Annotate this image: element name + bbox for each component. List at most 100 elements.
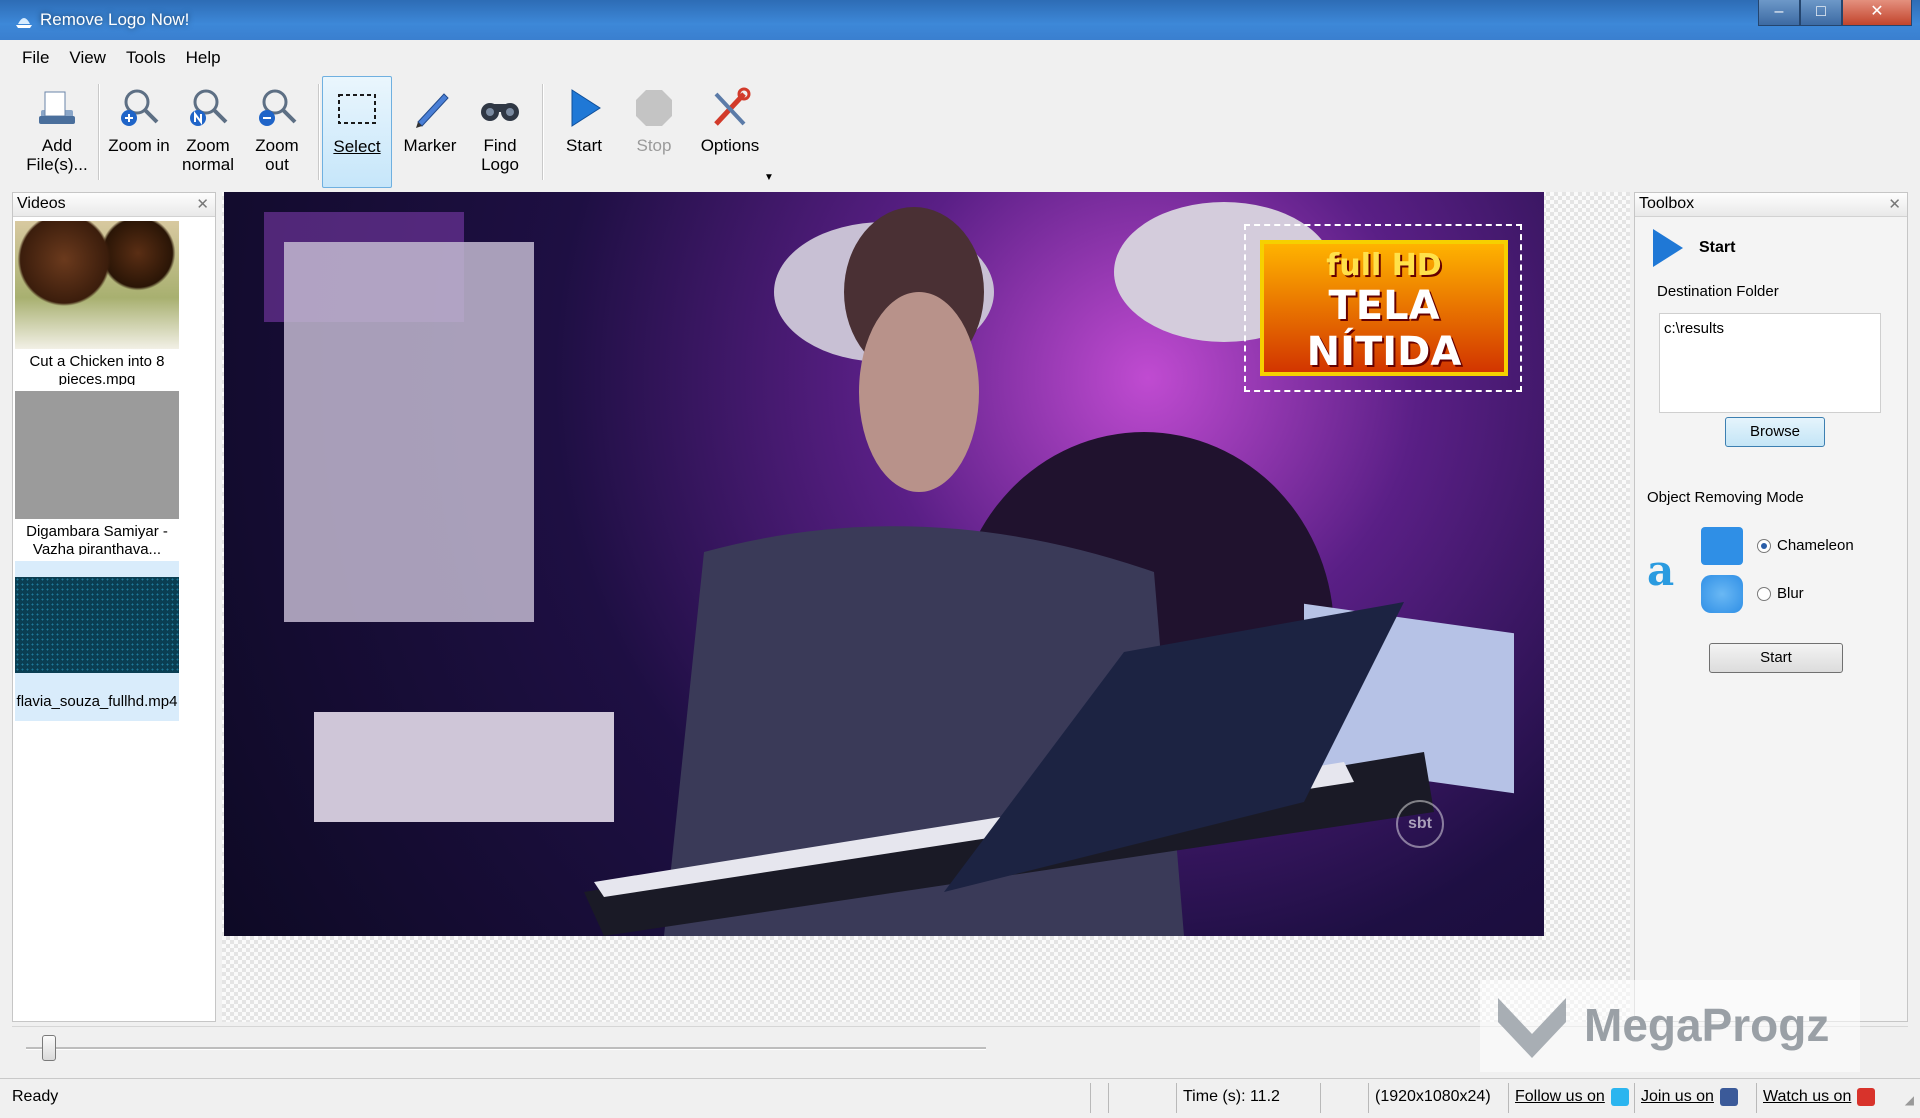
options-dropdown-arrow-icon[interactable]: ▼ (764, 172, 774, 183)
zoom-out-icon (259, 89, 297, 126)
marker-label: Marker (403, 136, 457, 155)
stop-button[interactable]: Stop (622, 76, 686, 188)
select-label: Select (333, 137, 381, 156)
zoom-in-label: Zoom in (108, 136, 170, 155)
svg-text:a: a (1647, 547, 1674, 593)
browse-button[interactable]: Browse (1725, 417, 1825, 447)
chameleon-letter-icon: a (1647, 547, 1674, 593)
zoom-out-button[interactable]: Zoom out (246, 76, 308, 188)
window-controls: – □ ✕ (1758, 0, 1912, 26)
toolbox-title: Toolbox (1639, 195, 1695, 212)
chameleon-radio[interactable]: Chameleon (1757, 537, 1854, 554)
video-item[interactable]: Digambara Samiyar - Vazha piranthava... (15, 391, 179, 555)
menu-tools[interactable]: Tools (116, 44, 176, 72)
options-label: Options (700, 136, 760, 155)
logo-selection-box[interactable]: full HD TELA NÍTIDA (1244, 224, 1522, 392)
channel-logo: full HD TELA NÍTIDA (1260, 240, 1508, 376)
logo-line: TELA (1328, 283, 1440, 329)
find-logo-button[interactable]: Find Logo (468, 76, 532, 188)
status-resolution: (1920x1080x24) (1368, 1083, 1508, 1113)
watermark: MegaProgz (1480, 980, 1860, 1072)
add-files-label: Add File(s)... (26, 136, 88, 174)
facebook-icon (1719, 1087, 1738, 1106)
follow-us-link[interactable]: Follow us on (1508, 1083, 1629, 1113)
blur-mode-icon (1701, 575, 1743, 613)
binoculars-icon (481, 103, 519, 121)
join-us-label: Join us on (1641, 1088, 1714, 1105)
add-files-button[interactable]: Add File(s)... (26, 76, 88, 188)
stop-icon (636, 90, 672, 126)
zoom-in-icon (121, 89, 159, 126)
menu-view[interactable]: View (59, 44, 116, 72)
videos-panel-header: Videos ✕ (13, 193, 215, 217)
video-thumbnail (15, 221, 179, 349)
destination-folder-field[interactable]: c:\results (1659, 313, 1881, 413)
seek-track[interactable] (26, 1047, 986, 1050)
play-icon (571, 89, 601, 127)
minimize-button[interactable]: – (1758, 0, 1800, 26)
selection-rectangle-icon (338, 94, 376, 124)
options-button[interactable]: Options (692, 76, 768, 188)
chameleon-mode-icon (1701, 527, 1743, 565)
videos-panel-title: Videos (17, 195, 66, 212)
play-icon (1653, 229, 1683, 267)
watch-us-link[interactable]: Watch us on (1756, 1083, 1886, 1113)
zoom-out-label: Zoom out (255, 136, 299, 174)
video-preview-area[interactable]: full HD TELA NÍTIDA sbt (222, 192, 1630, 1022)
stop-label: Stop (636, 136, 672, 155)
app-icon (16, 18, 32, 28)
toolbar-separator (318, 84, 319, 180)
twitter-icon (1610, 1087, 1629, 1106)
toolbar: Add File(s)... Zoom in Zoom normal Zoom … (12, 76, 1908, 188)
pencil-icon (416, 93, 449, 128)
channel-bug-logo: sbt (1396, 800, 1444, 848)
destination-folder-label: Destination Folder (1657, 283, 1779, 300)
toolbar-separator (542, 84, 543, 180)
marker-tool-button[interactable]: Marker (398, 76, 462, 188)
watermark-text: MegaProgz (1584, 999, 1830, 1051)
blur-radio[interactable]: Blur (1757, 585, 1804, 602)
find-logo-label: Find Logo (481, 136, 519, 174)
menu-bar: File View Tools Help (12, 44, 231, 72)
seek-slider-handle[interactable] (42, 1035, 56, 1061)
toolbox-start-action[interactable]: Start (1651, 227, 1735, 269)
zoom-normal-icon (190, 89, 228, 126)
object-removing-mode-label: Object Removing Mode (1647, 489, 1804, 506)
radio-dot (1757, 586, 1771, 601)
resize-grip-icon[interactable]: ◢ (1905, 1093, 1914, 1107)
video-thumbnail (15, 577, 179, 673)
toolbox-start-button[interactable]: Start (1709, 643, 1843, 673)
zoom-in-button[interactable]: Zoom in (108, 76, 170, 188)
maximize-button[interactable]: □ (1800, 0, 1842, 26)
status-text: Ready (12, 1088, 59, 1105)
video-caption: flavia_souza_fullhd.mp4 (16, 693, 178, 710)
zoom-normal-button[interactable]: Zoom normal (176, 76, 240, 188)
video-frame[interactable]: full HD TELA NÍTIDA sbt (224, 192, 1544, 936)
start-button[interactable]: Start (552, 76, 616, 188)
blur-label: Blur (1777, 585, 1804, 602)
chameleon-label: Chameleon (1777, 537, 1854, 554)
select-tool-button[interactable]: Select (322, 76, 392, 188)
videos-panel: Videos ✕ Cut a Chicken into 8 pieces.mpg… (12, 192, 216, 1022)
close-icon[interactable]: ✕ (196, 195, 209, 213)
logo-line: NÍTIDA (1306, 329, 1462, 375)
video-caption: Cut a Chicken into 8 pieces.mpg (29, 353, 165, 385)
watch-us-label: Watch us on (1763, 1088, 1852, 1105)
toolbox-panel: Toolbox ✕ Start Destination Folder c:\re… (1634, 192, 1908, 1022)
video-item[interactable]: Cut a Chicken into 8 pieces.mpg (15, 221, 179, 385)
status-time: Time (s): 11.2 (1176, 1083, 1320, 1113)
zoom-normal-label: Zoom normal (182, 136, 234, 174)
toolbox-header: Toolbox ✕ (1635, 193, 1907, 217)
follow-us-label: Follow us on (1515, 1088, 1605, 1105)
close-icon[interactable]: ✕ (1888, 195, 1901, 213)
close-button[interactable]: ✕ (1842, 0, 1912, 26)
menu-help[interactable]: Help (176, 44, 231, 72)
join-us-link[interactable]: Join us on (1634, 1083, 1752, 1113)
video-thumbnail (15, 391, 179, 519)
video-item-selected[interactable]: flavia_souza_fullhd.mp4 (15, 561, 179, 721)
youtube-icon (1857, 1087, 1876, 1106)
watermark-logo-icon (1498, 998, 1566, 1058)
radio-dot (1757, 538, 1771, 553)
app-window: Remove Logo Now! – □ ✕ File View Tools H… (0, 0, 1920, 1118)
menu-file[interactable]: File (12, 44, 59, 72)
